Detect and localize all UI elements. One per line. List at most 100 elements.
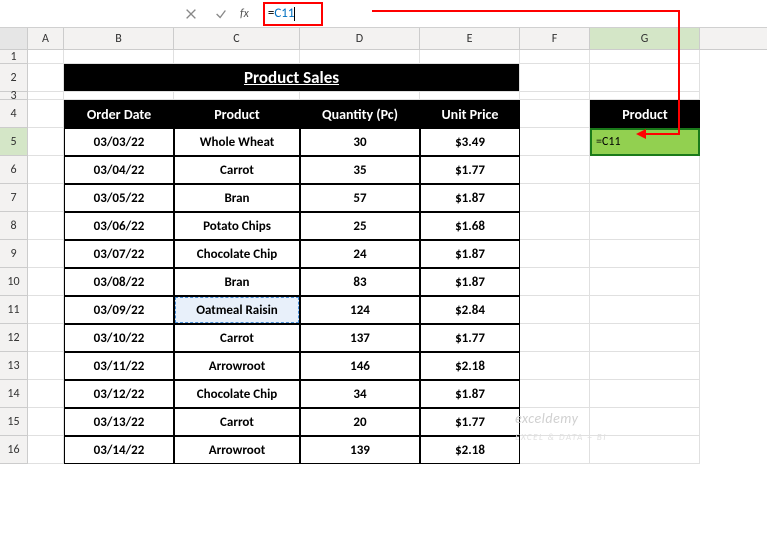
row-header-6[interactable]: 6: [0, 156, 28, 184]
table-cell-product[interactable]: Chocolate Chip: [174, 380, 300, 408]
cell[interactable]: [520, 92, 590, 100]
cell[interactable]: [520, 64, 590, 92]
table-cell-product[interactable]: Bran: [174, 268, 300, 296]
cell[interactable]: [28, 268, 64, 296]
enter-icon[interactable]: [210, 3, 232, 25]
header-product[interactable]: Product: [174, 100, 300, 128]
row-header-12[interactable]: 12: [0, 324, 28, 352]
cell[interactable]: [174, 92, 300, 100]
table-cell-price[interactable]: $2.18: [420, 436, 520, 464]
row-header-13[interactable]: 13: [0, 352, 28, 380]
cell[interactable]: [590, 184, 700, 212]
cell[interactable]: [28, 296, 64, 324]
cell[interactable]: [28, 184, 64, 212]
select-all-corner[interactable]: [0, 28, 28, 49]
cell[interactable]: [590, 296, 700, 324]
active-cell-g5[interactable]: =C11: [590, 128, 700, 156]
cell[interactable]: [28, 380, 64, 408]
cell[interactable]: [590, 324, 700, 352]
table-cell-product[interactable]: Bran: [174, 184, 300, 212]
table-cell-date[interactable]: 03/07/22: [64, 240, 174, 268]
cell[interactable]: [520, 324, 590, 352]
table-cell-price[interactable]: $1.87: [420, 380, 520, 408]
table-cell-price[interactable]: $1.87: [420, 184, 520, 212]
table-cell-product[interactable]: Potato Chips: [174, 212, 300, 240]
table-cell-date[interactable]: 03/06/22: [64, 212, 174, 240]
cell[interactable]: [590, 212, 700, 240]
formula-input[interactable]: =C11: [263, 4, 301, 23]
cell[interactable]: [520, 268, 590, 296]
col-header-B[interactable]: B: [64, 28, 174, 49]
table-cell-date[interactable]: 03/03/22: [64, 128, 174, 156]
table-cell-date[interactable]: 03/04/22: [64, 156, 174, 184]
row-header-8[interactable]: 8: [0, 212, 28, 240]
cell[interactable]: [28, 92, 64, 100]
cell[interactable]: [520, 184, 590, 212]
header-lookup-product[interactable]: Product: [590, 100, 700, 128]
table-cell-date[interactable]: 03/09/22: [64, 296, 174, 324]
cell[interactable]: [420, 92, 520, 100]
header-unit-price[interactable]: Unit Price: [420, 100, 520, 128]
cell[interactable]: [590, 50, 700, 64]
header-order-date[interactable]: Order Date: [64, 100, 174, 128]
table-cell-product[interactable]: Chocolate Chip: [174, 240, 300, 268]
table-cell-price[interactable]: $1.77: [420, 324, 520, 352]
cell[interactable]: [64, 92, 174, 100]
table-cell-product[interactable]: Carrot: [174, 156, 300, 184]
cell[interactable]: [420, 50, 520, 64]
table-cell-date[interactable]: 03/10/22: [64, 324, 174, 352]
cell[interactable]: [520, 212, 590, 240]
cell[interactable]: [590, 92, 700, 100]
table-cell-price[interactable]: $1.87: [420, 240, 520, 268]
col-header-G[interactable]: G: [590, 28, 700, 49]
col-header-A[interactable]: A: [28, 28, 64, 49]
table-cell-product[interactable]: Arrowroot: [174, 436, 300, 464]
table-cell-qty[interactable]: 137: [300, 324, 420, 352]
cell[interactable]: [520, 100, 590, 128]
cell[interactable]: [28, 324, 64, 352]
cancel-icon[interactable]: [180, 3, 202, 25]
row-header-1[interactable]: 1: [0, 50, 28, 64]
cell[interactable]: [520, 128, 590, 156]
table-cell-price[interactable]: $1.87: [420, 268, 520, 296]
table-cell-date[interactable]: 03/12/22: [64, 380, 174, 408]
cell[interactable]: [590, 156, 700, 184]
row-header-5[interactable]: 5: [0, 128, 28, 156]
table-cell-price[interactable]: $1.68: [420, 212, 520, 240]
cell[interactable]: [174, 50, 300, 64]
table-cell-product[interactable]: Arrowroot: [174, 352, 300, 380]
cell[interactable]: [28, 212, 64, 240]
col-header-D[interactable]: D: [300, 28, 420, 49]
table-cell-product[interactable]: Carrot: [174, 408, 300, 436]
cell[interactable]: [28, 436, 64, 464]
table-cell-qty[interactable]: 57: [300, 184, 420, 212]
row-header-16[interactable]: 16: [0, 436, 28, 464]
table-cell-qty[interactable]: 20: [300, 408, 420, 436]
table-cell-qty[interactable]: 30: [300, 128, 420, 156]
table-cell-qty[interactable]: 146: [300, 352, 420, 380]
cell[interactable]: [520, 296, 590, 324]
cell[interactable]: [28, 128, 64, 156]
table-cell-qty[interactable]: 124: [300, 296, 420, 324]
table-cell-date[interactable]: 03/11/22: [64, 352, 174, 380]
cell[interactable]: [520, 156, 590, 184]
cell[interactable]: [590, 268, 700, 296]
table-cell-product[interactable]: Carrot: [174, 324, 300, 352]
table-cell-price[interactable]: $3.49: [420, 128, 520, 156]
cell[interactable]: [520, 408, 590, 436]
cell[interactable]: [520, 240, 590, 268]
cell[interactable]: [590, 436, 700, 464]
col-header-E[interactable]: E: [420, 28, 520, 49]
row-header-9[interactable]: 9: [0, 240, 28, 268]
table-cell-price[interactable]: $2.84: [420, 296, 520, 324]
title-cell[interactable]: Product Sales: [64, 64, 520, 92]
row-header-10[interactable]: 10: [0, 268, 28, 296]
row-header-15[interactable]: 15: [0, 408, 28, 436]
row-header-4[interactable]: 4: [0, 100, 28, 128]
header-quantity[interactable]: Quantity (Pc): [300, 100, 420, 128]
cell[interactable]: [300, 92, 420, 100]
cell[interactable]: [64, 50, 174, 64]
cell[interactable]: [28, 352, 64, 380]
cell[interactable]: [28, 240, 64, 268]
row-header-3[interactable]: 3: [0, 92, 28, 100]
